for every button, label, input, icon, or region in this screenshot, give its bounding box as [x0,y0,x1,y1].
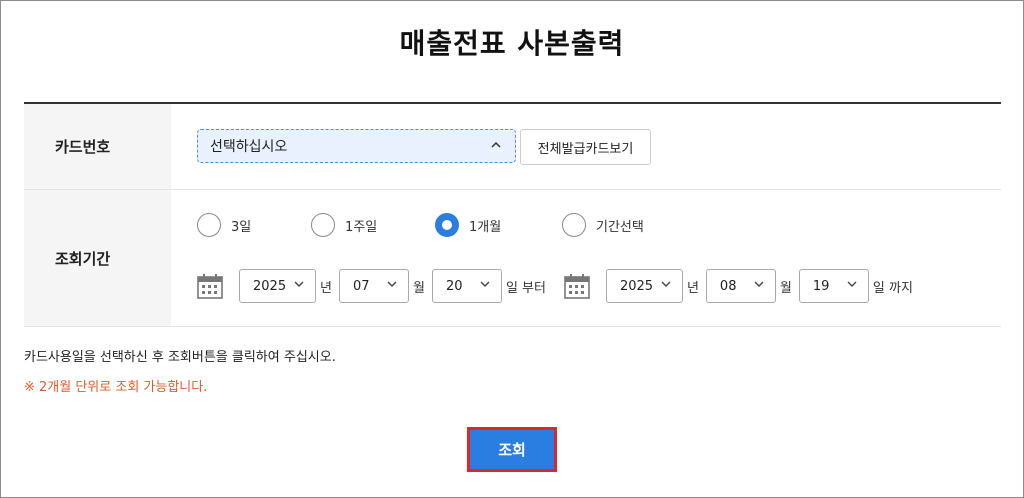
year-unit: 년 [686,280,699,296]
card-number-select-value: 선택하십시오 [210,139,288,155]
date-range: 2025 년 07 월 20 일 부터 2025 년 08 월 19 일 까지 [197,269,920,303]
period-radio-group: 3일 1주일 1개월 기간선택 [197,213,644,237]
end-month-value: 08 [719,278,737,294]
calendar-icon[interactable] [564,273,590,299]
period-row: 조회기간 3일 1주일 1개월 기간선택 2025 년 07 월 20 일 부터… [24,190,1001,327]
from-suffix: 일 부터 [505,280,546,296]
notice-text: ※ 2개월 단위로 조회 가능합니다. [24,380,208,395]
chevron-down-icon [386,278,398,294]
radio-1month[interactable]: 1개월 [435,213,562,237]
start-month-select[interactable]: 07 [338,269,409,303]
chevron-down-icon [846,278,858,294]
page-title: 매출전표 사본출력 [399,27,625,60]
month-unit: 월 [779,280,792,296]
end-year-value: 2025 [619,278,654,294]
radio-label: 3일 [231,219,252,235]
card-number-select[interactable]: 선택하십시오 [197,129,516,163]
end-month-select[interactable]: 08 [705,269,776,303]
radio-3days[interactable]: 3일 [197,213,311,237]
radio-circle [311,213,335,237]
calendar-icon[interactable] [197,273,223,299]
end-day-value: 19 [812,278,830,294]
radio-label: 기간선택 [596,219,644,235]
end-day-select[interactable]: 19 [798,269,869,303]
start-day-select[interactable]: 20 [431,269,502,303]
period-content: 3일 1주일 1개월 기간선택 2025 년 07 월 20 일 부터 2025… [171,190,1001,326]
radio-circle [197,213,221,237]
start-day-value: 20 [445,278,463,294]
notes: 카드사용일을 선택하신 후 조회버튼을 클릭하여 주십시오. ※ 2개월 단위로… [24,346,336,395]
start-month-value: 07 [352,278,370,294]
search-button-highlight: 조회 [467,427,557,472]
card-number-row: 카드번호 선택하십시오 전체발급카드보기 [24,104,1001,190]
end-year-select[interactable]: 2025 [605,269,683,303]
radio-custom-period[interactable]: 기간선택 [562,213,644,237]
month-unit: 월 [412,280,425,296]
search-button[interactable]: 조회 [470,430,554,469]
period-label: 조회기간 [24,190,171,326]
card-number-content: 선택하십시오 전체발급카드보기 [171,104,1001,189]
start-year-select[interactable]: 2025 [239,269,316,303]
year-unit: 년 [320,280,332,296]
start-year-value: 2025 [253,278,287,294]
radio-circle-checked [435,213,459,237]
card-number-label: 카드번호 [24,104,171,189]
radio-label: 1개월 [469,219,502,235]
radio-label: 1주일 [345,219,378,235]
chevron-down-icon [293,278,305,294]
chevron-down-icon [479,278,491,294]
radio-1week[interactable]: 1주일 [311,213,435,237]
chevron-down-icon [753,278,765,294]
radio-circle [562,213,586,237]
to-suffix: 일 까지 [872,280,913,296]
search-form: 카드번호 선택하십시오 전체발급카드보기 조회기간 3일 1주일 1개월 기간선… [24,102,1001,327]
chevron-up-icon [489,138,503,156]
view-all-cards-button[interactable]: 전체발급카드보기 [520,129,651,165]
instruction-text: 카드사용일을 선택하신 후 조회버튼을 클릭하여 주십시오. [24,350,336,365]
chevron-down-icon [660,278,672,294]
